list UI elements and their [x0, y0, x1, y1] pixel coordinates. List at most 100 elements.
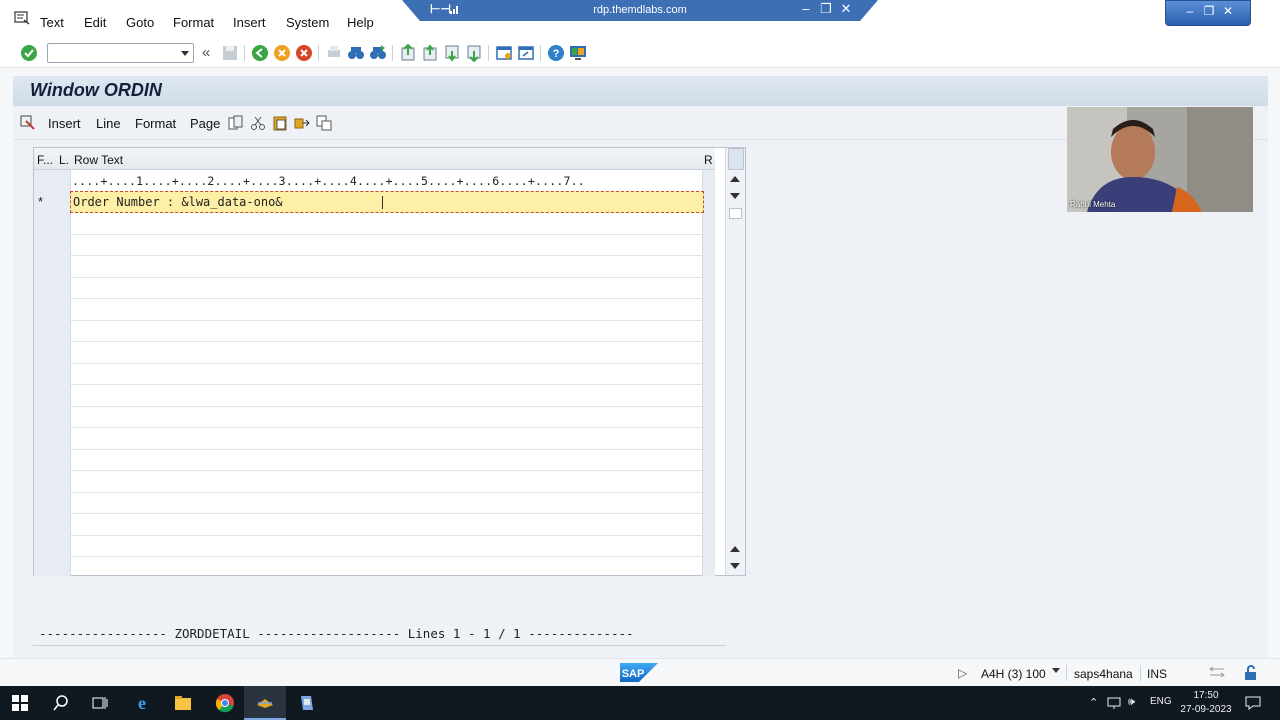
rdp-close-icon[interactable]: ✕: [838, 1, 854, 17]
column-format[interactable]: F...: [37, 153, 53, 167]
sap-logon-icon[interactable]: [255, 693, 275, 713]
previous-page-icon[interactable]: [420, 43, 440, 63]
save-icon[interactable]: [220, 43, 240, 63]
row-text-input[interactable]: Order Number : &lwa_data-ono&: [73, 195, 283, 209]
search-icon[interactable]: [51, 693, 71, 713]
menu-system[interactable]: System: [286, 15, 329, 30]
find-icon[interactable]: [346, 43, 366, 63]
chevron-down-icon[interactable]: [181, 51, 189, 56]
rdp-minimize-icon[interactable]: –: [798, 1, 814, 16]
sap-gui-icon[interactable]: [297, 693, 317, 713]
scroll-up-icon[interactable]: [730, 176, 740, 182]
rdp-restore-icon[interactable]: ❐: [818, 1, 834, 17]
print-icon[interactable]: [324, 43, 344, 63]
clock-time: 17:50: [1193, 690, 1219, 701]
toolbar-separator: [540, 45, 541, 61]
play-icon[interactable]: ▷: [958, 666, 967, 680]
command-field[interactable]: [47, 43, 194, 63]
row-divider: [71, 341, 702, 342]
tray-expand-icon[interactable]: ⌃: [1089, 696, 1098, 709]
editor-summary-line: ----------------- ZORDDETAIL -----------…: [39, 626, 634, 641]
page-button[interactable]: Page: [190, 116, 220, 131]
notifications-icon[interactable]: [1245, 696, 1261, 710]
menu-goto[interactable]: Goto: [126, 15, 154, 30]
menu-help[interactable]: Help: [347, 15, 374, 30]
scroll-down-icon[interactable]: [730, 193, 740, 199]
menu-insert[interactable]: Insert: [233, 15, 266, 30]
next-page-icon[interactable]: [442, 43, 462, 63]
new-session-icon[interactable]: [494, 43, 514, 63]
row-divider: [71, 470, 702, 471]
sap-logo: SAP: [620, 663, 658, 682]
help-icon[interactable]: ?: [546, 43, 566, 63]
row-divider: [71, 406, 702, 407]
copy-icon[interactable]: [228, 115, 244, 131]
language-indicator[interactable]: ENG: [1150, 696, 1172, 707]
menu-format[interactable]: Format: [173, 15, 214, 30]
webcam-video-image: [1067, 107, 1253, 212]
svg-text:?: ?: [553, 48, 560, 60]
file-explorer-icon[interactable]: [173, 693, 193, 713]
menu-edit[interactable]: Edit: [84, 15, 106, 30]
row-format-marker[interactable]: *: [38, 194, 43, 209]
editor-header: F... L. Row Text R: [34, 148, 715, 170]
paste-icon[interactable]: [272, 115, 288, 131]
shortcut-icon[interactable]: [516, 43, 536, 63]
system-info[interactable]: A4H (3) 100: [981, 667, 1046, 681]
minimize-icon[interactable]: –: [1182, 3, 1198, 19]
network-icon[interactable]: [1106, 696, 1122, 710]
customize-layout-icon[interactable]: [568, 43, 588, 63]
unlock-icon[interactable]: [1242, 664, 1260, 682]
task-view-icon[interactable]: [90, 693, 110, 713]
row-divider: [71, 384, 702, 385]
webcam-overlay: Rahul Mehta: [1067, 107, 1253, 212]
scrollbar-thumb[interactable]: [728, 148, 744, 170]
column-line[interactable]: L.: [59, 153, 69, 167]
line-editor[interactable]: F... L. Row Text R ....+....1....+....2.…: [33, 147, 746, 576]
line-button[interactable]: Line: [96, 116, 121, 131]
enter-check-icon[interactable]: [19, 43, 39, 63]
column-r[interactable]: R: [704, 153, 713, 167]
close-icon[interactable]: ✕: [1220, 3, 1236, 19]
layout-icon[interactable]: [1208, 665, 1226, 681]
internet-explorer-icon[interactable]: e: [132, 693, 152, 713]
back-icon[interactable]: [250, 43, 270, 63]
insert-button[interactable]: Insert: [48, 116, 81, 131]
last-page-icon[interactable]: [464, 43, 484, 63]
exit-icon[interactable]: [272, 43, 292, 63]
menu-text[interactable]: Text: [40, 15, 64, 30]
display-change-icon[interactable]: [20, 115, 36, 131]
collapse-toolbar-icon[interactable]: «: [202, 44, 210, 61]
status-bar: SAP ▷ A4H (3) 100 saps4hana INS: [0, 658, 1280, 686]
chrome-icon[interactable]: [215, 693, 235, 713]
scroll-page-icon[interactable]: [729, 208, 742, 219]
find-next-icon[interactable]: [368, 43, 388, 63]
toolbar-separator: [244, 45, 245, 61]
table-row[interactable]: Order Number : &lwa_data-ono&: [70, 191, 704, 213]
format-button[interactable]: Format: [135, 116, 176, 131]
row-divider: [71, 234, 702, 235]
sap-logo-text: SAP: [622, 668, 645, 680]
clock-date: 27-09-2023: [1180, 704, 1232, 715]
row-divider: [71, 298, 702, 299]
server-name: saps4hana: [1074, 667, 1133, 681]
status-separator: [1066, 665, 1067, 681]
duplicate-icon[interactable]: [316, 115, 332, 131]
scroll-down-bottom-icon[interactable]: [730, 563, 740, 569]
restore-icon[interactable]: ❐: [1201, 3, 1217, 19]
svg-text:e: e: [138, 693, 146, 713]
windows-start-icon[interactable]: [10, 693, 30, 713]
insert-mode[interactable]: INS: [1147, 667, 1167, 681]
move-icon[interactable]: [294, 115, 310, 131]
window-controls: – ❐ ✕: [1165, 0, 1251, 26]
column-row-text[interactable]: Row Text: [74, 153, 123, 167]
chevron-down-icon[interactable]: [1052, 668, 1060, 673]
volume-icon[interactable]: 🕪: [1128, 696, 1135, 709]
cancel-icon[interactable]: [294, 43, 314, 63]
cut-icon[interactable]: [250, 115, 266, 131]
vertical-scrollbar[interactable]: [725, 148, 745, 575]
taskbar-clock[interactable]: 17:50 27-09-2023: [1176, 689, 1236, 717]
menu-window-icon[interactable]: [14, 11, 30, 25]
scroll-up-bottom-icon[interactable]: [730, 546, 740, 552]
first-page-icon[interactable]: [398, 43, 418, 63]
